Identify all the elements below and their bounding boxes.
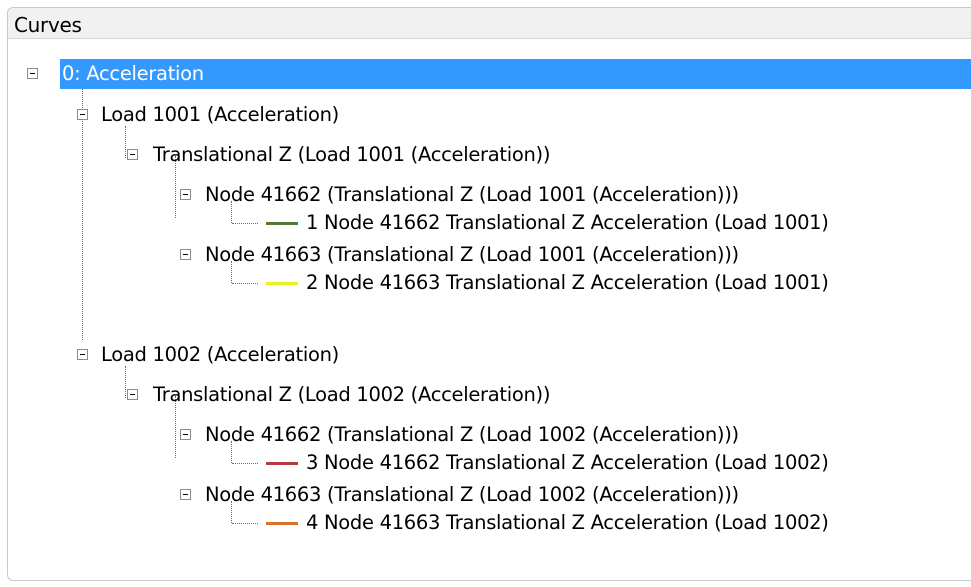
tree-item-curve-4[interactable]: 4 Node 41663 Translational Z Acceleratio… <box>306 508 829 538</box>
tree-item-node-41663-1001[interactable]: Node 41663 (Translational Z (Load 1001 (… <box>205 240 739 270</box>
tree-item-load-1002[interactable]: Load 1002 (Acceleration) <box>101 340 339 370</box>
tree-item-curve-2[interactable]: 2 Node 41663 Translational Z Acceleratio… <box>306 268 829 298</box>
curve-color-swatch <box>266 522 298 525</box>
collapse-toggle-translational-z-1002[interactable] <box>127 389 138 400</box>
collapse-toggle-node-41662-1001[interactable] <box>180 189 191 200</box>
tree-item-label: 4 Node 41663 Translational Z Acceleratio… <box>306 511 829 534</box>
tree-item-curve-3[interactable]: 3 Node 41662 Translational Z Acceleratio… <box>306 448 829 478</box>
tree-item-root[interactable]: 0: Acceleration <box>60 59 971 89</box>
collapse-toggle-node-41663-1002[interactable] <box>180 489 191 500</box>
collapse-toggle-translational-z-1001[interactable] <box>127 149 138 160</box>
tree-item-curve-1[interactable]: 1 Node 41662 Translational Z Acceleratio… <box>306 208 829 238</box>
curves-panel: Curves 0: Acceleration Load 1001 (Accele… <box>7 7 971 581</box>
tree-item-label: 2 Node 41663 Translational Z Acceleratio… <box>306 271 829 294</box>
curve-color-swatch <box>266 462 298 465</box>
curve-color-swatch <box>266 222 298 225</box>
tree-item-translational-z-1002[interactable]: Translational Z (Load 1002 (Acceleration… <box>153 380 550 410</box>
collapse-toggle-root[interactable] <box>27 68 38 79</box>
tree-item-translational-z-1001[interactable]: Translational Z (Load 1001 (Acceleration… <box>153 140 550 170</box>
tree-item-node-41663-1002[interactable]: Node 41663 (Translational Z (Load 1002 (… <box>205 480 739 510</box>
tree-item-label: Translational Z (Load 1002 (Acceleration… <box>153 383 551 406</box>
tree-connector <box>232 463 258 464</box>
tree-item-label: Node 41663 (Translational Z (Load 1002 (… <box>205 483 739 506</box>
tree-connector <box>125 366 126 398</box>
tree-connector <box>82 82 83 340</box>
tree-connector <box>232 223 258 224</box>
collapse-toggle-node-41662-1002[interactable] <box>180 429 191 440</box>
tree-item-node-41662-1001[interactable]: Node 41662 (Translational Z (Load 1001 (… <box>205 180 739 210</box>
tree-item-label: Load 1002 (Acceleration) <box>101 343 339 366</box>
curve-color-swatch <box>266 282 298 285</box>
tree-connector <box>232 523 258 524</box>
collapse-toggle-load-1002[interactable] <box>77 349 88 360</box>
tree-connector <box>125 126 126 158</box>
tree-item-load-1001[interactable]: Load 1001 (Acceleration) <box>101 100 339 130</box>
tree-item-label: Node 41662 (Translational Z (Load 1001 (… <box>205 183 739 206</box>
tree-connector <box>232 283 258 284</box>
tree-item-label: Translational Z (Load 1001 (Acceleration… <box>153 143 551 166</box>
tree-item-label: Load 1001 (Acceleration) <box>101 103 339 126</box>
curves-tree[interactable]: 0: Acceleration Load 1001 (Acceleration)… <box>8 8 971 580</box>
tree-item-label: Node 41663 (Translational Z (Load 1001 (… <box>205 243 739 266</box>
tree-item-label: 1 Node 41662 Translational Z Acceleratio… <box>306 211 829 234</box>
tree-item-node-41662-1002[interactable]: Node 41662 (Translational Z (Load 1002 (… <box>205 420 739 450</box>
tree-item-label: 3 Node 41662 Translational Z Acceleratio… <box>306 451 829 474</box>
tree-item-label: Node 41662 (Translational Z (Load 1002 (… <box>205 423 739 446</box>
collapse-toggle-node-41663-1001[interactable] <box>180 249 191 260</box>
tree-item-label: 0: Acceleration <box>62 62 204 85</box>
collapse-toggle-load-1001[interactable] <box>77 109 88 120</box>
